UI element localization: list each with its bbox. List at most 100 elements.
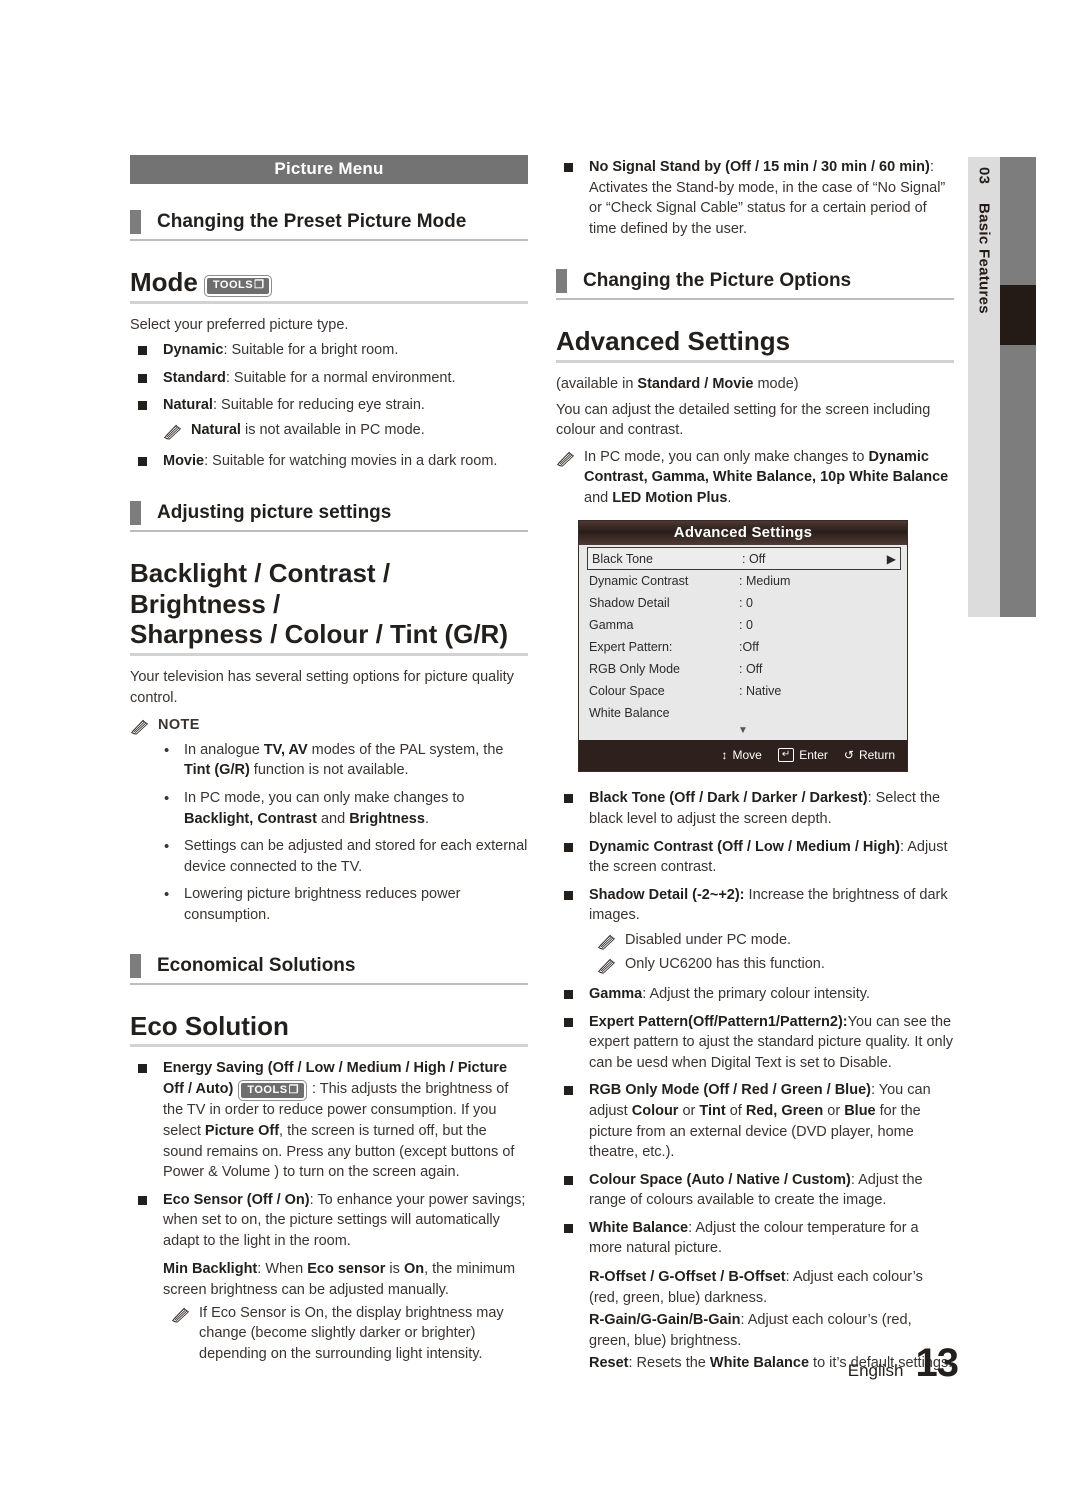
note-shadow-detail-pc: Disabled under PC mode. bbox=[597, 930, 954, 951]
section-heading-economical-solutions: Economical Solutions bbox=[130, 953, 528, 985]
tools-arrow-icon: ❐ bbox=[288, 1083, 299, 1096]
tools-badge-label: TOOLS bbox=[212, 279, 254, 291]
osd-hint-move: ↕ Move bbox=[721, 748, 761, 762]
enter-key-icon: ↵ bbox=[777, 748, 795, 763]
list-item-term: Expert Pattern(Off/Pattern1/Pattern2): bbox=[589, 1013, 848, 1030]
osd-advanced-settings-screenshot: Advanced Settings Black Tone : Off ▶ Dyn… bbox=[578, 520, 908, 773]
advanced-intro: You can adjust the detailed setting for … bbox=[556, 401, 931, 439]
heading-square-icon bbox=[130, 953, 141, 978]
osd-row-shadow-detail[interactable]: Shadow Detail : 0 bbox=[579, 592, 907, 614]
osd-row-label: Black Tone bbox=[592, 551, 653, 566]
list-item-text: : Adjust the primary colour intensity. bbox=[642, 986, 871, 1003]
square-bullet-icon bbox=[564, 163, 573, 172]
osd-row-label: Colour Space bbox=[589, 684, 665, 699]
dot-bullet-icon: • bbox=[164, 886, 170, 904]
note-text: and bbox=[316, 810, 350, 827]
pencil-note-icon bbox=[163, 424, 182, 440]
osd-row-value: : 0 bbox=[739, 596, 753, 611]
list-item-natural: Natural: Suitable for reducing eye strai… bbox=[130, 395, 528, 443]
heading-square-icon bbox=[130, 210, 141, 234]
square-bullet-icon bbox=[138, 1195, 147, 1205]
list-item-term: Dynamic Contrast (Off / Low / Medium / H… bbox=[589, 838, 900, 855]
pencil-note-icon bbox=[556, 451, 575, 467]
list-item-term: Natural bbox=[163, 397, 213, 414]
note-text: In analogue bbox=[184, 741, 264, 758]
dot-bullet-icon: • bbox=[164, 838, 170, 856]
availability-text: (available in bbox=[556, 375, 638, 392]
osd-row-label: Shadow Detail bbox=[589, 596, 670, 611]
note-item: • In PC mode, you can only make changes … bbox=[164, 788, 528, 829]
osd-row-white-balance[interactable]: White Balance bbox=[579, 702, 907, 724]
note-text: . bbox=[727, 489, 732, 506]
note-text: modes of the PAL system, the bbox=[307, 741, 504, 758]
heading-square-icon bbox=[130, 501, 141, 526]
note-shadow-detail-uc6200: Only UC6200 has this function. bbox=[597, 954, 954, 975]
picture-menu-banner: Picture Menu bbox=[130, 155, 528, 184]
list-item-dynamic: Dynamic: Suitable for a bright room. bbox=[130, 340, 528, 361]
min-backlight-bold: Eco sensor bbox=[307, 1261, 386, 1278]
section-heading-text: Adjusting picture settings bbox=[157, 502, 392, 524]
list-item-gamma: Gamma: Adjust the primary colour intensi… bbox=[556, 984, 954, 1005]
list-item-colour-space: Colour Space (Auto / Native / Custom): A… bbox=[556, 1170, 954, 1211]
square-bullet-icon bbox=[564, 990, 573, 1000]
osd-row-black-tone[interactable]: Black Tone : Off ▶ bbox=[587, 547, 901, 571]
list-item-dynamic-contrast: Dynamic Contrast (Off / Low / Medium / H… bbox=[556, 837, 954, 878]
osd-hint-label: Enter bbox=[799, 748, 828, 763]
min-backlight-bold: On bbox=[403, 1261, 425, 1278]
note-text: function is not available. bbox=[249, 762, 409, 779]
osd-row-dynamic-contrast[interactable]: Dynamic Contrast : Medium bbox=[579, 570, 907, 592]
section-heading-picture-options: Changing the Picture Options bbox=[556, 269, 954, 301]
backlight-intro: Your television has several setting opti… bbox=[130, 669, 514, 706]
gains-term: R-Gain/G-Gain/B-Gain bbox=[589, 1312, 741, 1329]
list-item-shadow-detail: Shadow Detail (-2~+2): Increase the brig… bbox=[556, 885, 954, 977]
list-item-eco-sensor: Eco Sensor (Off / On): To enhance your p… bbox=[130, 1190, 528, 1368]
dot-bullet-icon: • bbox=[164, 741, 170, 759]
square-bullet-icon bbox=[138, 456, 147, 466]
note-text: and bbox=[584, 489, 613, 506]
side-tab-text: 03 Basic Features bbox=[968, 157, 1000, 617]
eco-solution-title: Eco Solution bbox=[130, 1011, 528, 1048]
note-text: . bbox=[424, 810, 429, 827]
list-item-text: : Suitable for a normal environment. bbox=[225, 369, 456, 386]
osd-row-expert-pattern[interactable]: Expert Pattern: :Off bbox=[579, 636, 907, 658]
scroll-down-caret-icon[interactable]: ▼ bbox=[579, 724, 907, 740]
osd-row-colour-space[interactable]: Colour Space : Native bbox=[579, 680, 907, 702]
list-item-text: : Suitable for watching movies in a dark… bbox=[204, 452, 498, 469]
note-text: Only UC6200 has this function. bbox=[625, 955, 825, 972]
advanced-settings-title: Advanced Settings bbox=[556, 326, 954, 363]
section-heading-preset-picture-mode: Changing the Preset Picture Mode bbox=[130, 210, 528, 241]
side-tab-number: 03 bbox=[975, 167, 993, 185]
note-item: • Lowering picture brightness reduces po… bbox=[164, 884, 528, 925]
list-item-text: : Suitable for a bright room. bbox=[223, 342, 399, 359]
note-bold: Backlight, Contrast bbox=[184, 810, 317, 827]
section-heading-text: Changing the Preset Picture Mode bbox=[157, 211, 467, 232]
note-item: • Settings can be adjusted and stored fo… bbox=[164, 836, 528, 877]
tools-arrow-icon: ❐ bbox=[254, 279, 265, 291]
osd-row-gamma[interactable]: Gamma : 0 bbox=[579, 614, 907, 636]
list-item-term: Standard bbox=[163, 369, 226, 386]
backlight-note-list: • In analogue TV, AV modes of the PAL sy… bbox=[164, 740, 528, 926]
left-column: Picture Menu Changing the Preset Picture… bbox=[130, 155, 528, 1374]
note-bold: LED Motion Plus bbox=[612, 489, 728, 506]
right-column: No Signal Stand by (Off / 15 min / 30 mi… bbox=[556, 155, 954, 1383]
min-backlight-text: : When bbox=[257, 1261, 308, 1278]
osd-row-rgb-only-mode[interactable]: RGB Only Mode : Off bbox=[579, 658, 907, 680]
page-footer: English 13 bbox=[848, 1341, 959, 1386]
list-item-term: RGB Only Mode (Off / Red / Green / Blue) bbox=[589, 1082, 871, 1099]
square-bullet-icon bbox=[138, 346, 147, 356]
square-bullet-icon bbox=[138, 1064, 147, 1074]
list-item-term: Colour Space (Auto / Native / Custom) bbox=[589, 1171, 851, 1188]
note-text: Settings can be adjusted and stored for … bbox=[184, 838, 528, 875]
list-item-term: Black Tone (Off / Dark / Darker / Darkes… bbox=[589, 790, 868, 807]
osd-row-value: : Off bbox=[739, 662, 763, 677]
note-natural-pc: Natural is not available in PC mode. bbox=[163, 420, 528, 441]
backlight-title-line2: Sharpness / Colour / Tint (G/R) bbox=[130, 619, 508, 650]
osd-title: Advanced Settings bbox=[579, 521, 907, 546]
chevron-right-icon[interactable]: ▶ bbox=[887, 552, 896, 566]
note-text: In PC mode, you can only make changes to bbox=[584, 448, 869, 465]
note-text: In PC mode, you can only make changes to bbox=[184, 790, 465, 807]
note-eco-sensor: If Eco Sensor is On, the display brightn… bbox=[171, 1303, 528, 1365]
osd-hint-label: Return bbox=[858, 748, 895, 763]
note-text: Lowering picture brightness reduces powe… bbox=[184, 886, 461, 923]
backlight-title: Backlight / Contrast / Brightness / Shar… bbox=[130, 558, 528, 657]
